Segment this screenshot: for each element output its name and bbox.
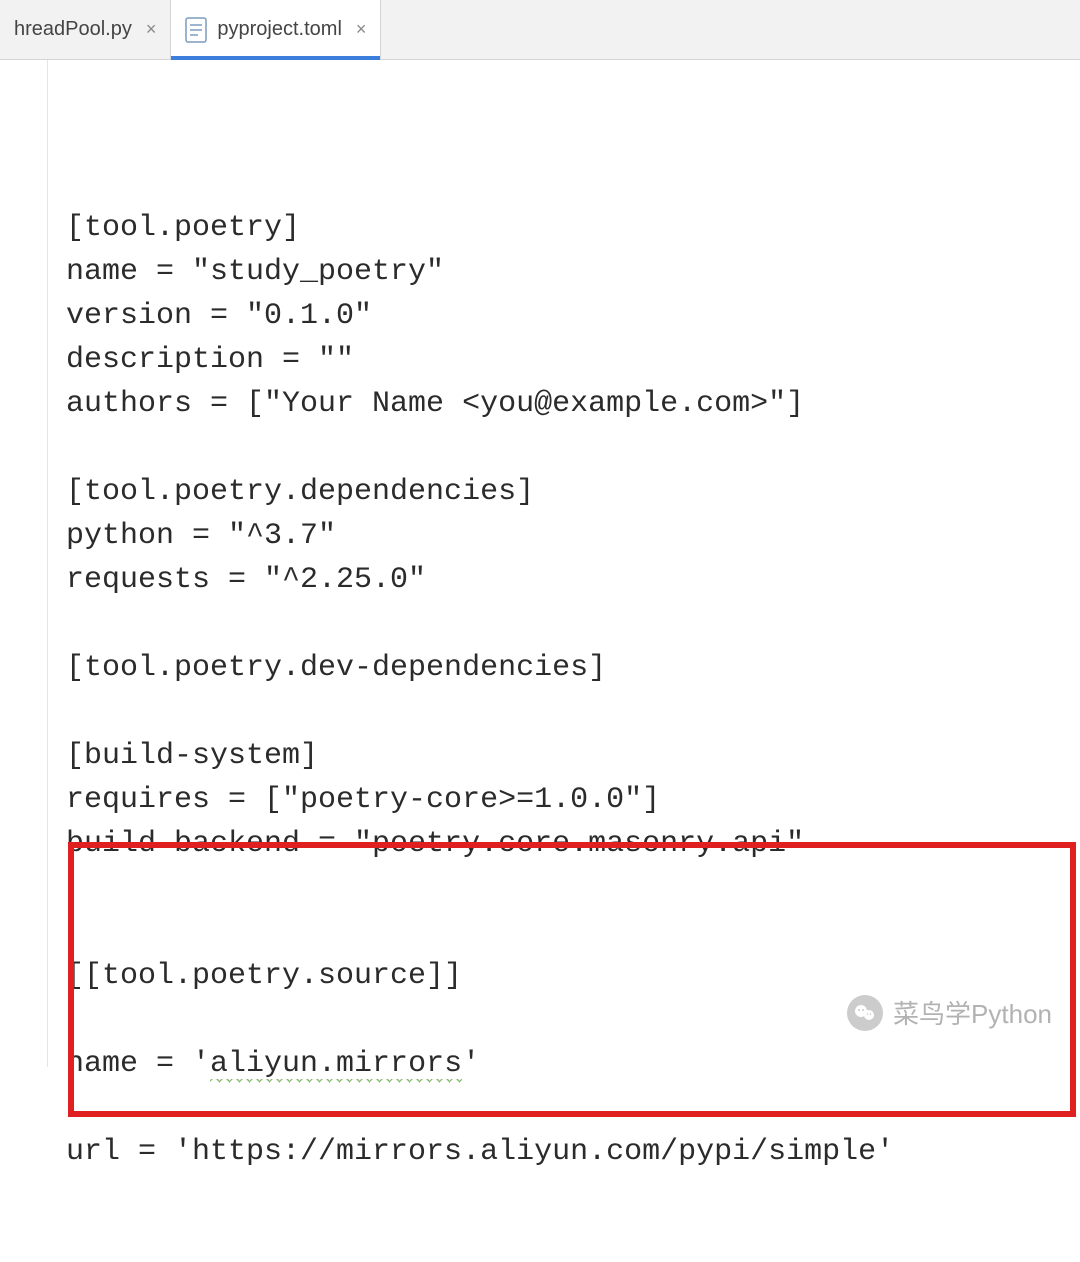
code-line	[66, 602, 1080, 646]
code-line: version = "0.1.0"	[66, 294, 1080, 338]
code-line: [tool.poetry]	[66, 206, 1080, 250]
gutter	[0, 60, 48, 1067]
code-line	[66, 426, 1080, 470]
code-line: [[tool.poetry.source]]	[66, 954, 1080, 998]
code-line: name = "study_poetry"	[66, 250, 1080, 294]
code-line: url = 'https://mirrors.aliyun.com/pypi/s…	[66, 1130, 1080, 1174]
tab-threadpool[interactable]: hreadPool.py ×	[0, 0, 171, 59]
code-line	[66, 866, 1080, 910]
editor: [tool.poetry]name = "study_poetry"versio…	[0, 60, 1080, 1067]
tab-label: hreadPool.py	[14, 18, 132, 41]
code-line: [tool.poetry.dev-dependencies]	[66, 646, 1080, 690]
code-area[interactable]: [tool.poetry]name = "study_poetry"versio…	[48, 60, 1080, 1067]
code-line: build-backend = "poetry.core.masonry.api…	[66, 822, 1080, 866]
tab-pyproject[interactable]: pyproject.toml ×	[171, 0, 381, 59]
code-line: [tool.poetry.dependencies]	[66, 470, 1080, 514]
close-icon[interactable]: ×	[356, 19, 367, 40]
code-line: [build-system]	[66, 734, 1080, 778]
code-line: python = "^3.7"	[66, 514, 1080, 558]
code-line	[66, 998, 1080, 1042]
code-line: requires = ["poetry-core>=1.0.0"]	[66, 778, 1080, 822]
tab-bar: hreadPool.py × pyproject.toml ×	[0, 0, 1080, 60]
code-line: authors = ["Your Name <you@example.com>"…	[66, 382, 1080, 426]
code-line	[66, 910, 1080, 954]
code-line: name = 'aliyun.mirrors'	[66, 1042, 1080, 1086]
warning-squiggle: aliyun.mirrors	[210, 1047, 462, 1083]
toml-file-icon	[185, 17, 207, 43]
code-line	[66, 690, 1080, 734]
code-line: description = ""	[66, 338, 1080, 382]
code-line	[66, 1086, 1080, 1130]
close-icon[interactable]: ×	[146, 19, 157, 40]
tab-label: pyproject.toml	[217, 18, 342, 41]
code-line: requests = "^2.25.0"	[66, 558, 1080, 602]
